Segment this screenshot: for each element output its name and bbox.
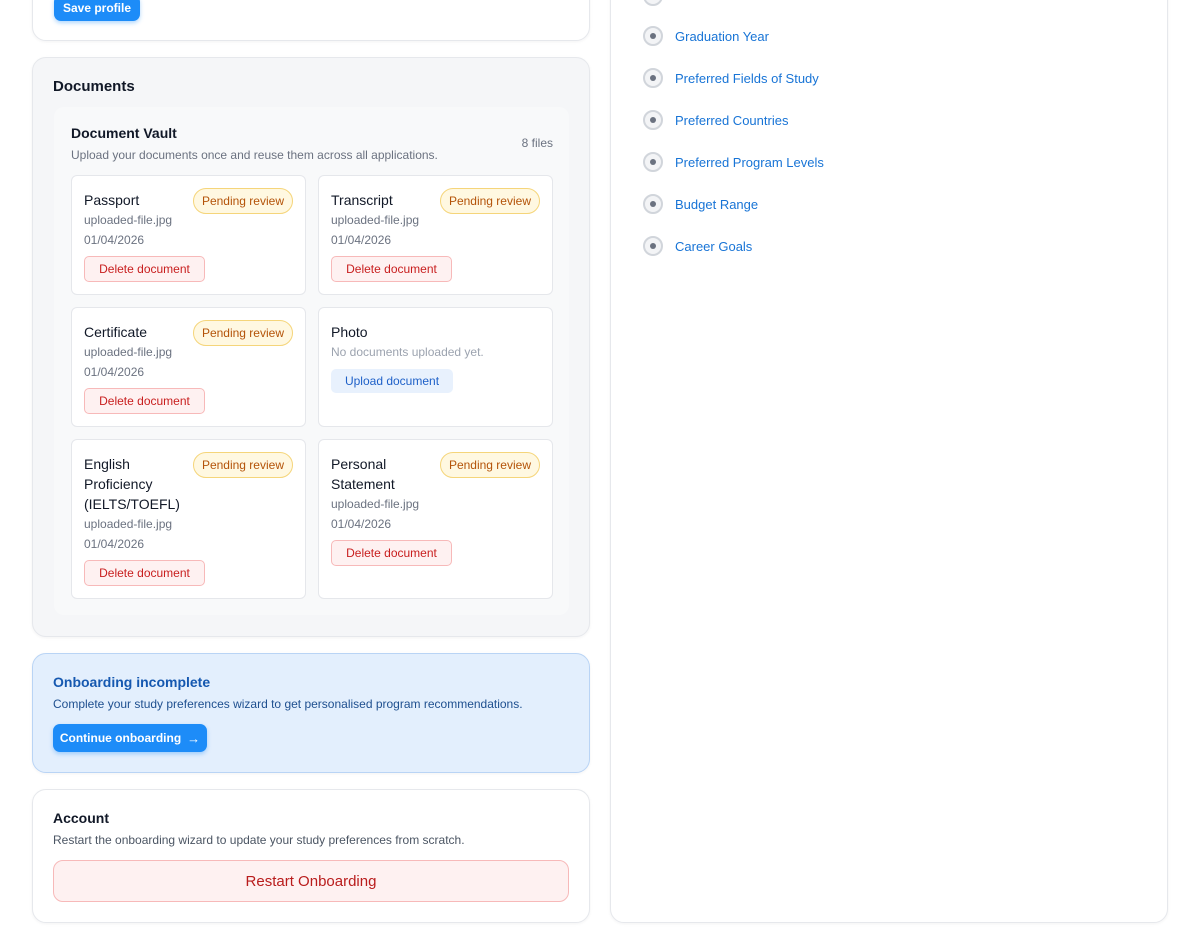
status-badge: Pending review: [439, 452, 540, 478]
vault-description: Upload your documents once and reuse the…: [71, 148, 438, 162]
document-name: Photo: [331, 324, 368, 340]
account-title: Account: [53, 810, 109, 826]
status-badge: Pending review: [439, 188, 540, 214]
step-label[interactable]: Preferred Fields of Study: [675, 71, 819, 86]
document-card-personal-statement: Personal Statement Pending review upload…: [318, 439, 553, 599]
document-date: 01/04/2026: [84, 233, 145, 247]
document-vault: Document Vault Upload your documents onc…: [54, 107, 569, 615]
wizard-step-program-levels[interactable]: Preferred Program Levels: [643, 152, 824, 172]
onboarding-description: Complete your study preferences wizard t…: [53, 697, 523, 711]
document-card-photo: Photo No documents uploaded yet. Upload …: [318, 307, 553, 427]
step-indicator-icon: [643, 26, 663, 46]
document-name: English Proficiency (IELTS/TOEFL): [84, 456, 180, 512]
continue-onboarding-button[interactable]: Continue onboarding →: [53, 724, 207, 752]
document-name: Certificate: [84, 324, 148, 340]
continue-onboarding-label: Continue onboarding: [59, 731, 182, 745]
document-date: 01/04/2026: [84, 365, 145, 379]
wizard-step-preferred-fields[interactable]: Preferred Fields of Study: [643, 68, 819, 88]
step-indicator-icon: [643, 236, 663, 256]
status-badge: Pending review: [192, 452, 293, 478]
delete-document-button[interactable]: Delete document: [84, 560, 205, 586]
wizard-step-graduation-year[interactable]: Graduation Year: [643, 26, 769, 46]
delete-document-button[interactable]: Delete document: [84, 388, 205, 414]
step-label[interactable]: Preferred Countries: [675, 113, 788, 128]
file-count: 8 files: [521, 136, 553, 150]
document-card-passport: Passport Pending review uploaded-file.jp…: [71, 175, 306, 295]
vault-title: Document Vault: [71, 125, 177, 141]
step-indicator-icon: [643, 194, 663, 214]
onboarding-banner: Onboarding incomplete Complete your stud…: [32, 653, 590, 773]
document-card-transcript: Transcript Pending review uploaded-file.…: [318, 175, 553, 295]
delete-document-button[interactable]: Delete document: [84, 256, 205, 282]
document-filename: uploaded-file.jpg: [84, 517, 173, 531]
document-card-certificate: Certificate Pending review uploaded-file…: [71, 307, 306, 427]
status-badge: Pending review: [192, 188, 293, 214]
step-indicator-icon: [643, 68, 663, 88]
documents-card: Documents Document Vault Upload your doc…: [32, 57, 590, 637]
upload-document-button[interactable]: Upload document: [331, 369, 453, 393]
documents-title: Documents: [53, 78, 135, 95]
step-label[interactable]: Graduation Year: [675, 29, 769, 44]
step-indicator-icon: [643, 110, 663, 130]
wizard-step-budget-range[interactable]: Budget Range: [643, 194, 758, 214]
document-date: 01/04/2026: [331, 517, 392, 531]
document-filename: uploaded-file.jpg: [84, 345, 173, 359]
profile-card: Save profile: [32, 0, 590, 41]
document-name: Personal Statement: [331, 456, 395, 492]
wizard-steps-panel: Graduation Year Preferred Fields of Stud…: [610, 0, 1168, 923]
document-filename: uploaded-file.jpg: [331, 213, 420, 227]
document-date: 01/04/2026: [331, 233, 392, 247]
document-filename: uploaded-file.jpg: [331, 497, 420, 511]
document-name: Passport: [84, 192, 140, 208]
empty-note: No documents uploaded yet.: [331, 345, 484, 359]
step-label[interactable]: Budget Range: [675, 197, 758, 212]
document-card-english-proficiency: English Proficiency (IELTS/TOEFL) Pendin…: [71, 439, 306, 599]
onboarding-title: Onboarding incomplete: [53, 674, 211, 690]
step-label[interactable]: Career Goals: [675, 239, 752, 254]
step-label[interactable]: Preferred Program Levels: [675, 155, 824, 170]
delete-document-button[interactable]: Delete document: [331, 256, 452, 282]
account-description: Restart the onboarding wizard to update …: [53, 833, 465, 847]
restart-onboarding-button[interactable]: Restart Onboarding: [53, 860, 569, 902]
delete-document-button[interactable]: Delete document: [331, 540, 452, 566]
account-card: Account Restart the onboarding wizard to…: [32, 789, 590, 923]
arrow-right-icon: →: [187, 730, 201, 746]
step-indicator-icon: [643, 152, 663, 172]
wizard-step-career-goals[interactable]: Career Goals: [643, 236, 752, 256]
save-profile-button[interactable]: Save profile: [54, 0, 140, 21]
status-badge: Pending review: [192, 320, 293, 346]
wizard-step-preferred-countries[interactable]: Preferred Countries: [643, 110, 788, 130]
document-date: 01/04/2026: [84, 537, 145, 551]
document-name: Transcript: [331, 192, 393, 208]
document-filename: uploaded-file.jpg: [84, 213, 173, 227]
step-indicator-icon: [643, 0, 663, 6]
